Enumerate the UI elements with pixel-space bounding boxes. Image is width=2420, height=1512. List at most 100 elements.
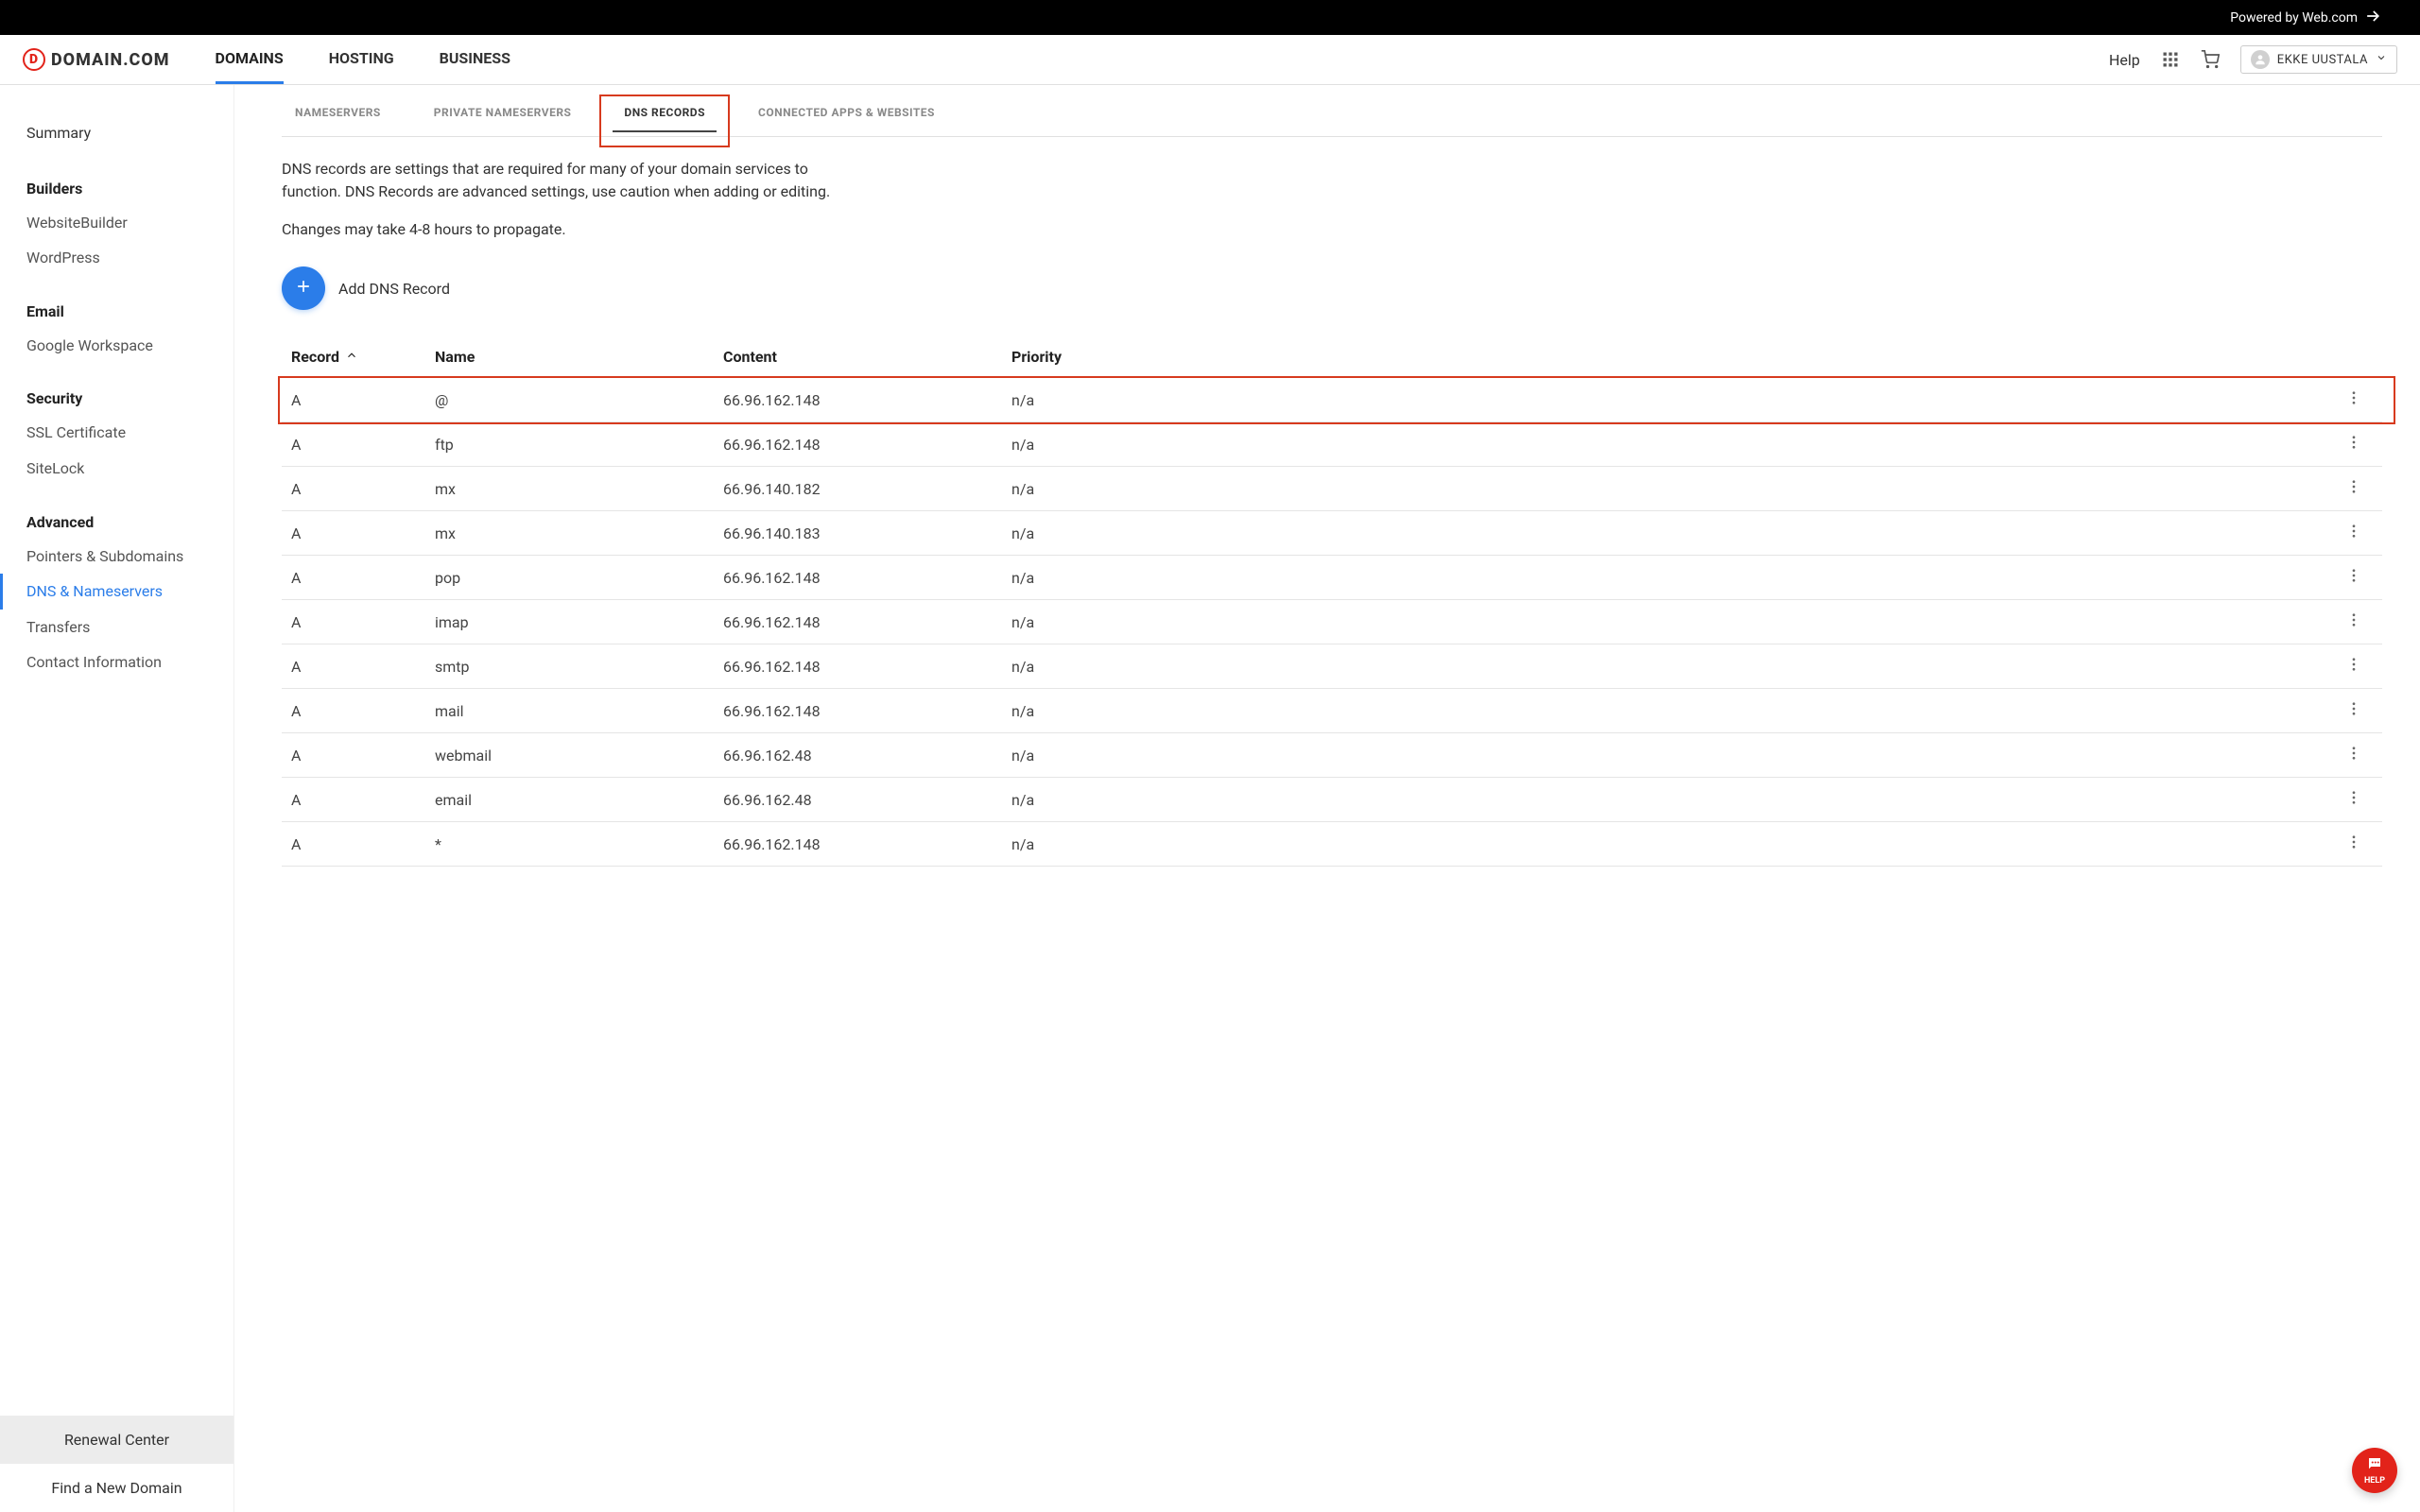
- cell-record-priority: n/a: [1011, 480, 2335, 498]
- sidebar-item-sitelock[interactable]: SiteLock: [0, 451, 233, 487]
- sidebar-bottom: Renewal Center Find a New Domain: [0, 1416, 233, 1512]
- cell-record-content: 66.96.162.148: [723, 658, 1011, 676]
- col-header-name[interactable]: Name: [435, 348, 723, 366]
- cell-record-type: A: [291, 391, 435, 409]
- tab-dns-records[interactable]: DNS RECORDS: [624, 85, 705, 136]
- main-nav: DOMAINS HOSTING BUSINESS: [216, 35, 510, 84]
- add-dns-record-button[interactable]: [282, 266, 325, 310]
- cell-record-type: A: [291, 436, 435, 454]
- powered-by-link[interactable]: Powered by Web.com: [2230, 7, 2382, 29]
- cell-record-type: A: [291, 480, 435, 498]
- row-actions[interactable]: [2335, 523, 2373, 543]
- row-actions[interactable]: [2335, 478, 2373, 499]
- cell-record-priority: n/a: [1011, 524, 2335, 542]
- sidebar-item-ssl[interactable]: SSL Certificate: [0, 415, 233, 451]
- kebab-icon: [2345, 567, 2362, 588]
- row-actions[interactable]: [2335, 700, 2373, 721]
- sort-asc-icon: [345, 348, 358, 366]
- nav-business[interactable]: BUSINESS: [440, 35, 510, 84]
- cart-icon[interactable]: [2201, 50, 2220, 69]
- col-header-record-label: Record: [291, 348, 339, 366]
- sidebar-group-security: Security SSL Certificate SiteLock: [0, 389, 233, 486]
- add-record-row: Add DNS Record: [282, 266, 2382, 310]
- content: NAMESERVERS PRIVATE NAMESERVERS DNS RECO…: [234, 85, 2420, 1512]
- sidebar-group-email: Email Google Workspace: [0, 302, 233, 364]
- cell-record-priority: n/a: [1011, 702, 2335, 720]
- kebab-icon: [2345, 789, 2362, 810]
- row-actions[interactable]: [2335, 745, 2373, 765]
- cell-record-name: email: [435, 791, 723, 809]
- table-row: Aimap66.96.162.148n/a: [282, 600, 2382, 644]
- sidebar-item-google-workspace[interactable]: Google Workspace: [0, 328, 233, 364]
- cell-record-priority: n/a: [1011, 747, 2335, 765]
- tab-nameservers[interactable]: NAMESERVERS: [295, 85, 381, 136]
- kebab-icon: [2345, 700, 2362, 721]
- row-actions[interactable]: [2335, 611, 2373, 632]
- cell-record-priority: n/a: [1011, 613, 2335, 631]
- row-actions[interactable]: [2335, 833, 2373, 854]
- chevron-down-icon: [2376, 52, 2387, 67]
- col-header-record[interactable]: Record: [291, 348, 435, 366]
- sidebar-find-domain[interactable]: Find a New Domain: [0, 1464, 233, 1512]
- logo-text: DOMAIN.COM: [51, 50, 170, 70]
- kebab-icon: [2345, 478, 2362, 499]
- row-actions[interactable]: [2335, 434, 2373, 455]
- sidebar-group-advanced: Advanced Pointers & Subdomains DNS & Nam…: [0, 513, 233, 680]
- row-actions[interactable]: [2335, 656, 2373, 677]
- tab-connected-apps[interactable]: CONNECTED APPS & WEBSITES: [758, 85, 935, 136]
- cell-record-name: @: [435, 391, 723, 409]
- cell-record-name: pop: [435, 569, 723, 587]
- sidebar-group-builders: Builders WebsiteBuilder WordPress: [0, 180, 233, 276]
- cell-record-content: 66.96.162.148: [723, 702, 1011, 720]
- col-header-priority[interactable]: Priority: [1011, 348, 2335, 366]
- table-row: Awebmail66.96.162.48n/a: [282, 733, 2382, 778]
- cell-record-name: *: [435, 835, 723, 853]
- sidebar-item-websitebuilder[interactable]: WebsiteBuilder: [0, 205, 233, 241]
- kebab-icon: [2345, 523, 2362, 543]
- row-actions[interactable]: [2335, 389, 2373, 410]
- propagation-note: Changes may take 4-8 hours to propagate.: [282, 220, 2382, 238]
- sidebar: Summary Builders WebsiteBuilder WordPres…: [0, 85, 234, 1512]
- apps-grid-icon[interactable]: [2161, 50, 2180, 69]
- table-row: Aftp66.96.162.148n/a: [282, 422, 2382, 467]
- logo-icon: D: [23, 48, 45, 71]
- cell-record-priority: n/a: [1011, 436, 2335, 454]
- cell-record-type: A: [291, 524, 435, 542]
- col-header-content[interactable]: Content: [723, 348, 1011, 366]
- sidebar-item-dns[interactable]: DNS & Nameservers: [0, 574, 233, 610]
- cell-record-priority: n/a: [1011, 569, 2335, 587]
- tab-private-nameservers[interactable]: PRIVATE NAMESERVERS: [434, 85, 572, 136]
- cell-record-name: mx: [435, 524, 723, 542]
- cell-record-type: A: [291, 835, 435, 853]
- table-row: Aemail66.96.162.48n/a: [282, 778, 2382, 822]
- sidebar-title-builders: Builders: [0, 180, 233, 205]
- cell-record-content: 66.96.162.148: [723, 436, 1011, 454]
- sidebar-renewal-center[interactable]: Renewal Center: [0, 1416, 233, 1464]
- sidebar-item-summary[interactable]: Summary: [0, 113, 233, 153]
- row-actions[interactable]: [2335, 567, 2373, 588]
- row-actions[interactable]: [2335, 789, 2373, 810]
- sidebar-item-wordpress[interactable]: WordPress: [0, 240, 233, 276]
- sidebar-item-transfers[interactable]: Transfers: [0, 610, 233, 645]
- cell-record-name: webmail: [435, 747, 723, 765]
- help-link[interactable]: Help: [2109, 51, 2140, 69]
- logo[interactable]: D DOMAIN.COM: [23, 35, 170, 84]
- cell-record-priority: n/a: [1011, 658, 2335, 676]
- table-row: Amail66.96.162.148n/a: [282, 689, 2382, 733]
- kebab-icon: [2345, 434, 2362, 455]
- sidebar-item-contact[interactable]: Contact Information: [0, 644, 233, 680]
- cell-record-priority: n/a: [1011, 835, 2335, 853]
- kebab-icon: [2345, 745, 2362, 765]
- cell-record-priority: n/a: [1011, 391, 2335, 409]
- user-menu[interactable]: EKKE UUSTALA: [2240, 45, 2397, 74]
- cell-record-type: A: [291, 613, 435, 631]
- help-chat-button[interactable]: HELP: [2352, 1448, 2397, 1493]
- kebab-icon: [2345, 656, 2362, 677]
- nav-domains[interactable]: DOMAINS: [216, 35, 284, 84]
- cell-record-type: A: [291, 747, 435, 765]
- topbar: Powered by Web.com: [0, 0, 2420, 35]
- dns-table: Record Name Content Priority A@66.96.162…: [282, 336, 2382, 867]
- sidebar-item-pointers[interactable]: Pointers & Subdomains: [0, 539, 233, 575]
- nav-hosting[interactable]: HOSTING: [329, 35, 394, 84]
- cell-record-name: mail: [435, 702, 723, 720]
